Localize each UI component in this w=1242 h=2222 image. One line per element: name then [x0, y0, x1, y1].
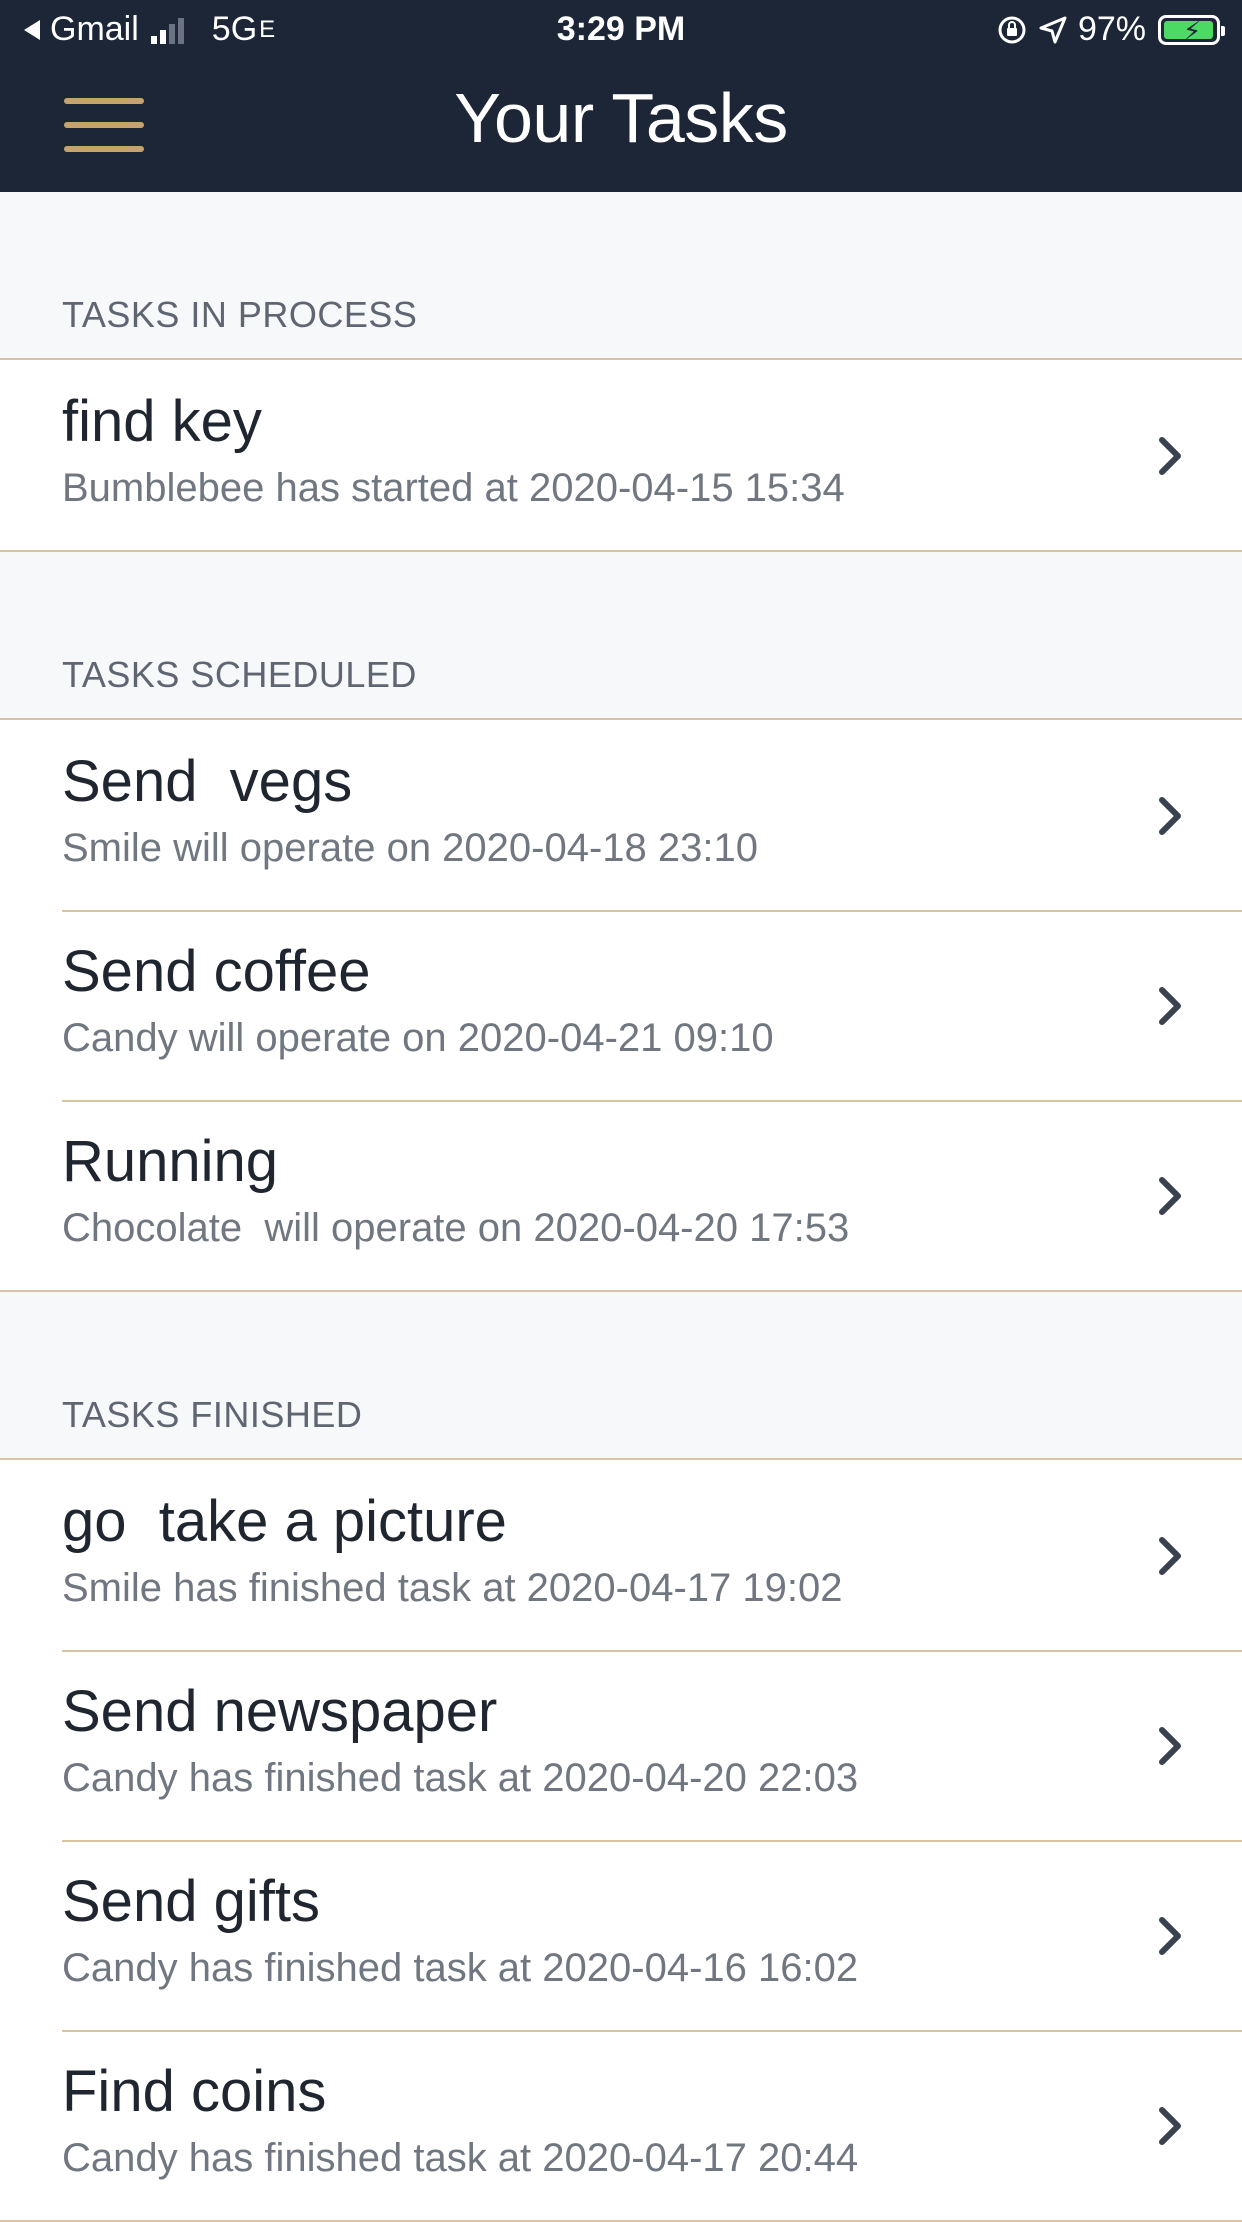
task-title: go take a picture	[62, 1489, 507, 1554]
section-header-label: TASKS FINISHED	[62, 1394, 363, 1435]
task-section-list: Send vegs Smile will operate on 2020-04-1…	[0, 718, 1242, 1292]
chevron-right-icon[interactable]	[1150, 1526, 1190, 1586]
chevron-right-icon[interactable]	[1150, 2096, 1190, 2156]
chevron-right-icon[interactable]	[1150, 1906, 1190, 1966]
task-title: Send vegs	[62, 749, 353, 814]
task-subtitle: Chocolate will operate on 2020-04-20 17:…	[62, 1206, 850, 1250]
location-icon	[1039, 16, 1067, 43]
task-title: Find coins	[62, 2059, 327, 2124]
task-list: TASKS IN PROCESS find key Bumblebee has st…	[0, 192, 1242, 2222]
section-header: TASKS SCHEDULED	[0, 552, 1242, 718]
section-header-label: TASKS SCHEDULED	[62, 654, 417, 695]
task-subtitle: Smile will operate on 2020-04-18 23:10	[62, 826, 758, 870]
task-row[interactable]: Send vegs Smile will operate on 2020-04-1…	[0, 720, 1242, 910]
chevron-right-icon[interactable]	[1150, 1166, 1190, 1226]
task-section-list: find key Bumblebee has started at 2020-04…	[0, 358, 1242, 552]
orientation-lock-icon	[998, 16, 1026, 43]
chevron-right-icon[interactable]	[1150, 786, 1190, 846]
chevron-right-icon[interactable]	[1150, 1716, 1190, 1776]
task-subtitle: Candy has finished task at 2020-04-20 22…	[62, 1756, 859, 1800]
task-subtitle: Bumblebee has started at 2020-04-15 15:3…	[62, 466, 845, 510]
task-subtitle: Candy has finished task at 2020-04-16 16…	[62, 1946, 859, 1990]
task-row[interactable]: find key Bumblebee has started at 2020-04…	[0, 360, 1242, 550]
section-header-label: TASKS IN PROCESS	[62, 294, 418, 335]
page-title: Your Tasks	[454, 79, 788, 157]
battery-icon: ⚡	[1158, 14, 1225, 46]
task-row[interactable]: go take a picture Smile has finished task…	[0, 1460, 1242, 1650]
task-row[interactable]: Send newspaper Candy has finished task at…	[0, 1650, 1242, 1840]
task-section-list: go take a picture Smile has finished task…	[0, 1458, 1242, 2222]
navigation-bar: Gmail 5G E 3:29 PM 97% ⚡ Your Tasks	[0, 0, 1242, 192]
chevron-right-icon[interactable]	[1150, 976, 1190, 1036]
task-subtitle: Smile has finished task at 2020-04-17 19…	[62, 1566, 843, 1610]
task-title: Send gifts	[62, 1869, 320, 1934]
task-row[interactable]: Send gifts Candy has finished task at 202…	[0, 1840, 1242, 2030]
status-right: 97% ⚡	[996, 10, 1225, 49]
chevron-right-icon[interactable]	[1150, 426, 1190, 486]
task-title: Send coffee	[62, 939, 371, 1004]
task-title: Running	[62, 1129, 279, 1194]
task-title: Send newspaper	[62, 1679, 498, 1744]
section-header: TASKS IN PROCESS	[0, 192, 1242, 358]
task-row[interactable]: Find coins Candy has finished task at 202…	[0, 2030, 1242, 2220]
task-row[interactable]: Send coffee Candy will operate on 2020-04…	[0, 910, 1242, 1100]
task-title: find key	[62, 389, 262, 454]
section-header: TASKS FINISHED	[0, 1292, 1242, 1458]
battery-percent: 97%	[1077, 10, 1146, 48]
status-bar: Gmail 5G E 3:29 PM 97% ⚡	[0, 0, 1242, 62]
task-row[interactable]: Running Chocolate will operate on 2020-04…	[0, 1100, 1242, 1290]
task-subtitle: Candy has finished task at 2020-04-17 20…	[62, 2136, 859, 2180]
task-subtitle: Candy will operate on 2020-04-21 09:10	[62, 1016, 774, 1060]
